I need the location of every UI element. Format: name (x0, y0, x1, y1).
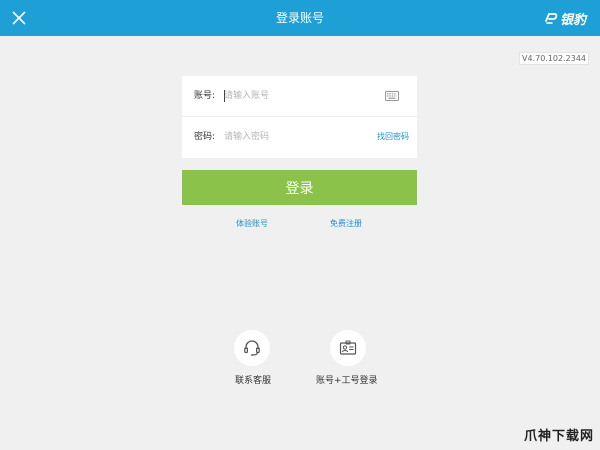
password-label: 密码: (194, 132, 216, 142)
forgot-password-link[interactable]: 找回密码 (377, 117, 409, 157)
staff-login-button[interactable] (330, 330, 366, 366)
trial-account-link[interactable]: 体验账号 (236, 218, 268, 229)
brand-logo: 银豹 (544, 7, 586, 29)
close-icon (12, 11, 26, 25)
account-input[interactable] (224, 88, 349, 104)
account-row: 账号: (182, 76, 417, 116)
page-title: 登录账号 (275, 11, 324, 25)
logo-text: 银豹 (559, 12, 586, 28)
keyboard-icon[interactable] (385, 91, 399, 101)
staff-login-label: 账号+工号登录 (316, 376, 378, 386)
login-form: 账号: 密码: 找回密码 (182, 76, 417, 158)
customer-service-label: 联系客服 (235, 376, 272, 386)
version-label: V4.70.102.2344 (519, 52, 589, 65)
watermark: 爪神下载网 (523, 429, 594, 444)
logo-icon (545, 13, 558, 24)
close-button[interactable] (8, 7, 30, 29)
password-input[interactable] (224, 129, 349, 145)
account-label: 账号: (194, 91, 216, 101)
password-row: 密码: 找回密码 (182, 117, 417, 157)
id-card-icon (339, 340, 357, 355)
headset-icon (244, 340, 260, 356)
free-register-link[interactable]: 免费注册 (330, 218, 362, 229)
app-header: 登录账号 银豹 (0, 0, 600, 36)
login-button[interactable]: 登录 (182, 170, 417, 205)
text-caret (224, 90, 225, 102)
customer-service-button[interactable] (234, 330, 270, 366)
